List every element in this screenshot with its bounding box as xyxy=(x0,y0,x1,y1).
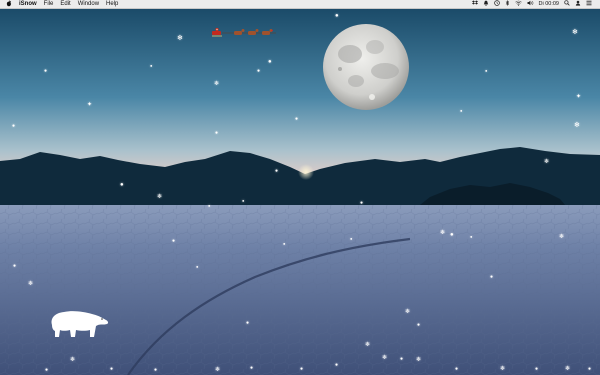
snowflake: ● xyxy=(250,365,254,371)
list-icon[interactable] xyxy=(586,0,592,8)
moon xyxy=(323,24,409,110)
snowflake: ● xyxy=(44,68,48,74)
snowflake: ● xyxy=(300,366,304,372)
snowflake: ● xyxy=(400,356,404,362)
snowflake: ❄ xyxy=(382,355,388,361)
menu-bar-left: iSnow File Edit Window Help xyxy=(0,0,118,9)
wallpaper xyxy=(0,9,600,375)
menu-bar-clock[interactable]: Di 00:09 xyxy=(539,1,560,7)
bell-icon[interactable] xyxy=(483,0,489,8)
snowflake: ● xyxy=(485,68,488,73)
snowflake: ❄ xyxy=(572,29,578,36)
snowflake: ● xyxy=(110,366,114,372)
snowflake: ● xyxy=(172,238,176,244)
snowflake: ● xyxy=(208,203,211,208)
menu-window[interactable]: Window xyxy=(78,1,99,7)
snowflake: ● xyxy=(490,274,494,280)
snowflake: ❄ xyxy=(544,159,550,165)
snowflake: ✦ xyxy=(576,94,582,100)
snowflake: ● xyxy=(455,366,459,372)
menu-file[interactable]: File xyxy=(44,1,54,7)
snowflake: ● xyxy=(196,264,199,269)
snowflake: ● xyxy=(12,123,16,129)
snowflake: ● xyxy=(417,322,421,328)
snowflake: ✦ xyxy=(87,102,93,108)
snowflake: ❄ xyxy=(215,367,221,373)
snowflake: ❄ xyxy=(365,342,371,348)
snowflake: ● xyxy=(335,13,339,19)
snowflake: ● xyxy=(242,198,245,203)
desktop[interactable]: ● ❄ ❄ ● ● ● ❄ ● ✦ ● ● ● ● ● ✦ ❄ ❄ ● ● ❄ … xyxy=(0,9,600,375)
snowflake: ● xyxy=(335,362,339,368)
snowflake: ❄ xyxy=(559,234,565,240)
snowflake: ● xyxy=(275,168,279,174)
wifi-icon[interactable] xyxy=(514,0,522,8)
snowflake: ● xyxy=(295,116,299,122)
snowflake: ❄ xyxy=(565,366,571,372)
snowflake: ❄ xyxy=(405,309,411,315)
snowflake: ● xyxy=(215,130,219,136)
snowflake: ❄ xyxy=(440,230,446,236)
snowflake: ❄ xyxy=(214,81,220,87)
snowflake: ❄ xyxy=(416,357,422,363)
menu-edit[interactable]: Edit xyxy=(60,1,70,7)
snowflake: ● xyxy=(13,263,17,269)
search-icon[interactable] xyxy=(564,0,570,8)
snowflake: ● xyxy=(535,366,539,372)
snowflake: ● xyxy=(470,234,473,239)
sunset-glow xyxy=(298,164,314,180)
snowflake: ❄ xyxy=(157,194,163,200)
snowflake: ● xyxy=(120,182,124,188)
snowflake: ● xyxy=(360,200,364,206)
menu-bar-right: Di 00:09 xyxy=(471,0,600,8)
dropbox-icon[interactable] xyxy=(471,0,478,8)
snowflake: ● xyxy=(460,108,463,113)
snowflake: ● xyxy=(283,241,286,246)
snowflake: ● xyxy=(150,63,153,68)
user-icon[interactable] xyxy=(575,0,581,8)
snowflake: ❄ xyxy=(177,35,183,42)
snowflake: ● xyxy=(154,367,158,373)
snowflake: ● xyxy=(450,232,454,238)
bluetooth-icon[interactable] xyxy=(505,0,510,8)
snowflake: ❄ xyxy=(28,281,34,287)
menu-bar: iSnow File Edit Window Help Di 00:09 xyxy=(0,0,600,9)
snowflake: ● xyxy=(246,320,250,326)
snowflake: ● xyxy=(45,367,49,373)
history-icon[interactable] xyxy=(493,0,500,8)
snowflake: ● xyxy=(257,68,261,74)
apple-icon[interactable] xyxy=(6,0,12,9)
menu-help[interactable]: Help xyxy=(106,1,118,7)
snowflake: ❄ xyxy=(500,366,506,372)
snowflake: ● xyxy=(588,366,592,372)
volume-icon[interactable] xyxy=(527,0,534,8)
snowflake: ● xyxy=(350,236,353,241)
snowflake: ❄ xyxy=(574,122,580,129)
snowflake: ● xyxy=(268,59,272,65)
app-menu-isnow[interactable]: iSnow xyxy=(19,1,37,7)
snowflake: ❄ xyxy=(70,357,76,363)
lake-bed-texture xyxy=(0,205,600,375)
